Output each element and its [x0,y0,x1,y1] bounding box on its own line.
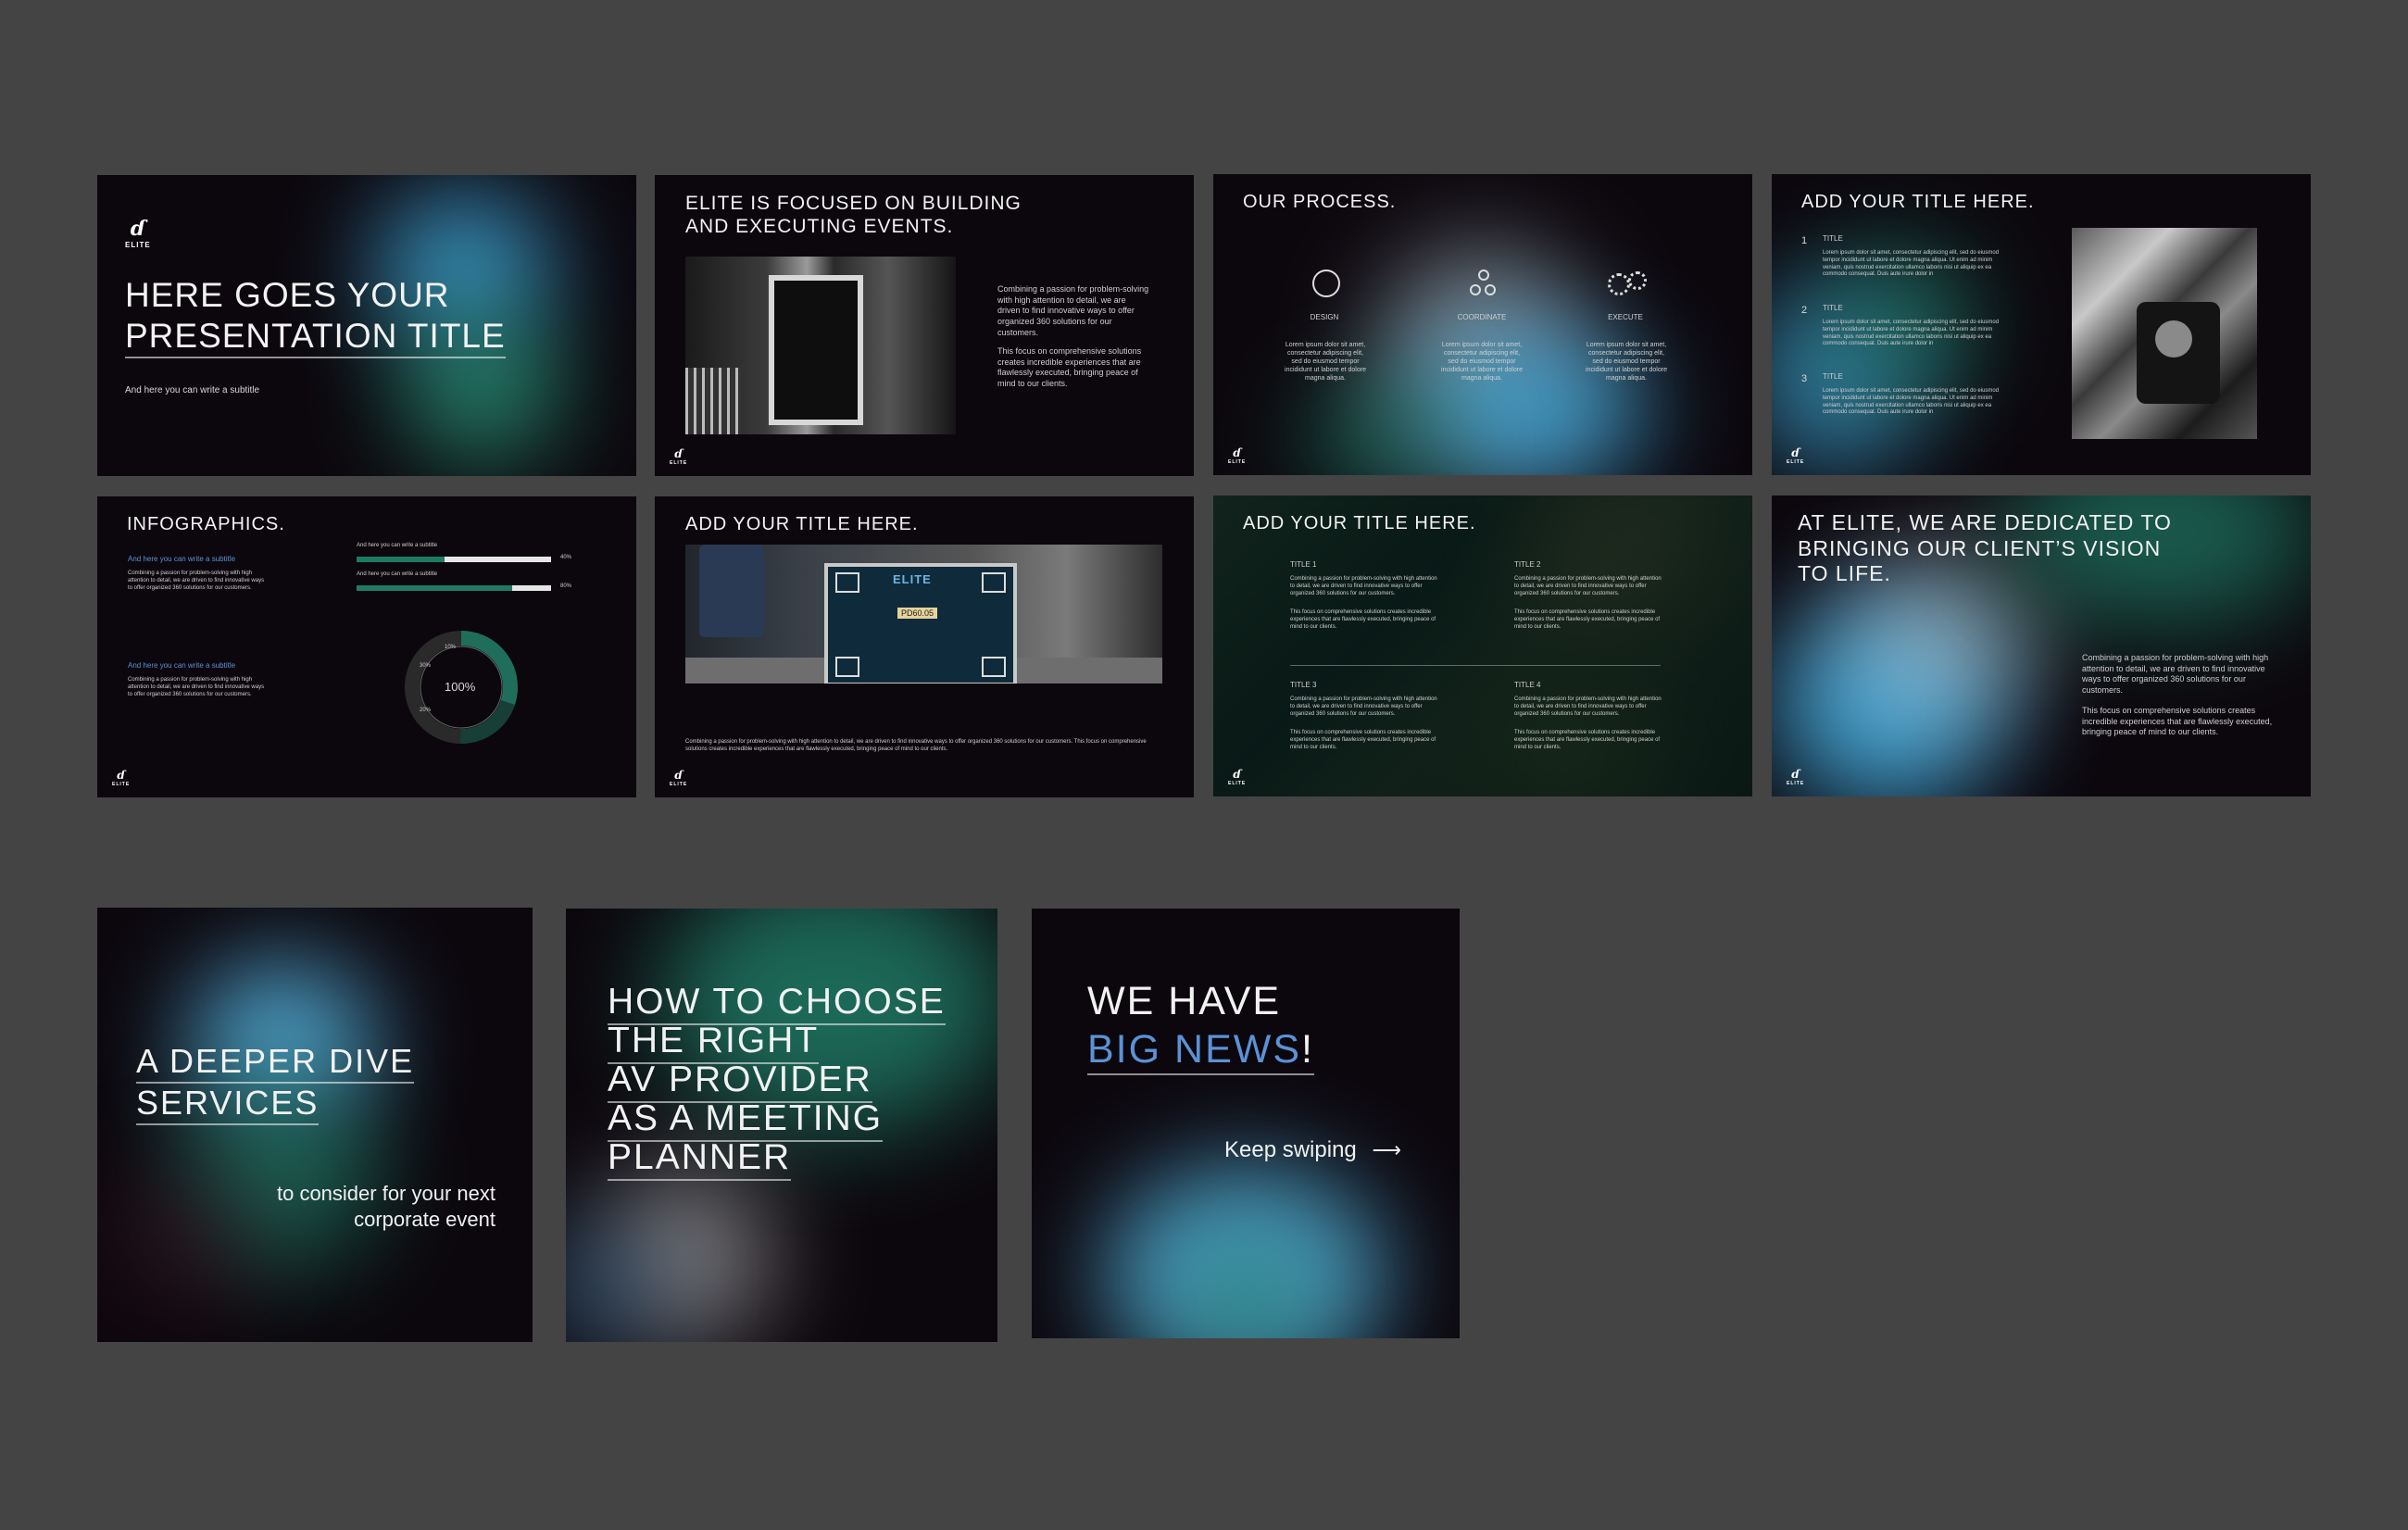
elite-logo: ɗ ELITE [670,447,688,466]
process-step-label: COORDINATE [1457,313,1507,321]
post-choose-av[interactable]: HOW TO CHOOSE THE RIGHT AV PROVIDER AS A… [566,909,997,1342]
elite-logo: ɗ ELITE [1787,768,1805,786]
progress-bar-1 [357,557,551,562]
case-photo-caption: Combining a passion for problem-solving … [685,739,1147,752]
block-text: Combining a passion for problem-solving … [1514,576,1662,596]
donut-label: 20% [420,708,432,713]
stage-light-photo [2072,228,2257,439]
item-text: Lorem ipsum dolor sit amet, consectetur … [1823,250,2000,278]
slide-title[interactable]: ɗ ELITE HERE GOES YOUR PRESENTATION TITL… [97,175,636,476]
item-number: 2 [1801,305,1808,316]
arrow-right-icon: ⟶ [1372,1138,1401,1161]
donut-label: 30% [420,663,432,669]
elite-logo: ɗ ELITE [112,769,131,787]
big-news-accent: BIG NEWS [1087,1026,1302,1072]
elite-logo: ɗ ELITE [670,769,688,787]
deeper-dive-subtitle: to consider for your next corporate even… [276,1182,495,1231]
block-text: This focus on comprehensive solutions cr… [1514,609,1661,630]
bar-label-2: And here you can write a subtitle [357,571,438,577]
process-heading: OUR PROCESS. [1243,192,1397,212]
warehouse-photo [685,257,956,434]
case-brand-label: ELITE [893,572,932,586]
design-icon [1312,270,1340,297]
block-label: TITLE 4 [1514,681,1541,689]
bar-label-1: And here you can write a subtitle [357,543,438,548]
dedicated-paragraph-2: This focus on comprehensive solutions cr… [2082,706,2273,737]
process-step-text: Lorem ipsum dolor sit amet, consectetur … [1586,342,1667,382]
process-step-label: DESIGN [1310,313,1339,321]
road-case-photo: ELITE PD60.05 [685,545,1162,683]
block-label: TITLE 2 [1514,560,1541,569]
slide-focus-heading: ELITE IS FOCUSED ON BUILDING AND EXECUTI… [685,193,1022,238]
block-text: This focus on comprehensive solutions cr… [1290,609,1436,630]
slide-case-photo[interactable]: ADD YOUR TITLE HERE. ELITE PD60.05 Combi… [655,496,1194,797]
block-text: This focus on comprehensive solutions cr… [1514,730,1661,750]
block-text: This focus on comprehensive solutions cr… [1290,730,1436,750]
slide-focus[interactable]: ELITE IS FOCUSED ON BUILDING AND EXECUTI… [655,175,1194,476]
post-deeper-dive[interactable]: A DEEPER DIVE SERVICES to consider for y… [97,908,533,1342]
slide-title-heading: HERE GOES YOUR PRESENTATION TITLE [125,275,506,359]
post-big-news[interactable]: WE HAVE BIG NEWS! Keep swiping ⟶ [1032,909,1460,1338]
deeper-dive-heading: A DEEPER DIVE SERVICES [136,1040,415,1125]
infographics-heading: INFOGRAPHICS. [127,514,285,534]
block-text: Combining a passion for problem-solving … [1514,696,1662,717]
slide-four-titles[interactable]: ADD YOUR TITLE HERE. TITLE 1 Combining a… [1213,495,1752,796]
case-photo-heading: ADD YOUR TITLE HERE. [685,514,919,534]
slide-subtitle: And here you can write a subtitle [125,385,260,395]
process-step-label: EXECUTE [1608,313,1643,321]
slide-dedicated[interactable]: AT ELITE, WE ARE DEDICATED TO BRINGING O… [1772,495,2311,796]
slide-process[interactable]: OUR PROCESS. DESIGN Lorem ipsum dolor si… [1213,174,1752,475]
dedicated-paragraph-1: Combining a passion for problem-solving … [2082,653,2269,696]
numbered-heading: ADD YOUR TITLE HERE. [1801,192,2035,212]
block-label: TITLE 3 [1290,681,1317,689]
item-label: TITLE [1823,304,1843,312]
elite-logo: ɗ ELITE [1787,446,1805,465]
item-text: Lorem ipsum dolor sit amet, consectetur … [1823,320,2000,347]
bar-value-2: 80% [560,583,572,589]
choose-av-heading: HOW TO CHOOSE THE RIGHT AV PROVIDER AS A… [608,982,946,1182]
keep-swiping-link[interactable]: Keep swiping ⟶ [1224,1137,1401,1163]
process-step-text: Lorem ipsum dolor sit amet, consectetur … [1441,342,1523,382]
donut-center-label: 100% [445,680,476,694]
item-number: 3 [1801,373,1808,384]
item-label: TITLE [1823,372,1843,381]
block-text: Combining a passion for problem-solving … [1290,696,1437,717]
slide-infographics[interactable]: INFOGRAPHICS. And here you can write a s… [97,496,636,797]
case-code-label: PD60.05 [897,608,938,619]
divider [1290,665,1661,666]
elite-logo: ɗ ELITE [1228,768,1247,786]
info-subtitle-1: And here you can write a subtitle [128,555,236,563]
progress-bar-2 [357,585,551,591]
item-number: 1 [1801,235,1808,246]
network-icon [1470,270,1496,295]
item-text: Lorem ipsum dolor sit amet, consectetur … [1823,388,2000,416]
elite-logo: ɗ ELITE [125,217,151,249]
info-text-2: Combining a passion for problem-solving … [128,677,265,697]
focus-paragraph-2: This focus on comprehensive solutions cr… [997,346,1142,389]
process-step-text: Lorem ipsum dolor sit amet, consectetur … [1285,342,1366,382]
block-label: TITLE 1 [1290,560,1317,569]
info-subtitle-2: And here you can write a subtitle [128,661,236,670]
dedicated-heading: AT ELITE, WE ARE DEDICATED TO BRINGING O… [1798,510,2172,586]
donut-label: 10% [445,645,457,650]
elite-logo: ɗ ELITE [1228,446,1247,465]
four-titles-heading: ADD YOUR TITLE HERE. [1243,513,1476,533]
block-text: Combining a passion for problem-solving … [1290,576,1437,596]
gears-icon [1608,271,1647,295]
big-news-heading: WE HAVE BIG NEWS! [1087,978,1314,1075]
focus-paragraph-1: Combining a passion for problem-solving … [997,284,1149,337]
info-text-1: Combining a passion for problem-solving … [128,571,265,591]
item-label: TITLE [1823,234,1843,243]
slide-numbered[interactable]: ADD YOUR TITLE HERE. 1 TITLE Lorem ipsum… [1772,174,2311,475]
bar-value-1: 40% [560,555,572,560]
